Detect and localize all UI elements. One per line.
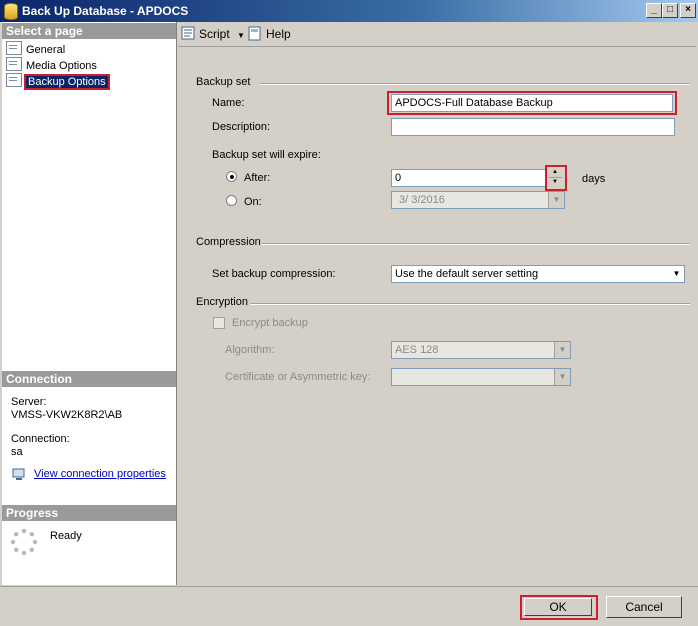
bottom-bar: OK Cancel: [0, 586, 698, 626]
chevron-down-icon[interactable]: ▼: [669, 266, 684, 282]
page-icon: [6, 57, 22, 71]
help-icon: [248, 26, 262, 41]
select-page-header: Select a page: [2, 23, 176, 39]
ok-button[interactable]: OK: [524, 598, 592, 616]
connection-header: Connection: [2, 371, 176, 387]
algorithm-label: Algorithm:: [225, 344, 275, 356]
script-icon: [181, 26, 195, 40]
compression-label: Set backup compression:: [212, 268, 336, 280]
connection-label: Connection:: [11, 433, 70, 445]
name-field[interactable]: APDOCS-Full Database Backup: [391, 94, 673, 112]
backup-set-group-label: Backup set: [196, 76, 251, 88]
page-media-options-label: Media Options: [26, 60, 97, 72]
on-date-value: 3/ 3/2016: [399, 194, 445, 206]
maximize-button[interactable]: □: [662, 3, 678, 18]
after-spinner[interactable]: ▲ ▼: [548, 168, 562, 186]
certificate-label: Certificate or Asymmetric key:: [225, 371, 371, 383]
description-field[interactable]: [391, 118, 675, 136]
after-label: After:: [244, 172, 271, 184]
page-media-options[interactable]: Media Options: [6, 57, 97, 72]
content-panel: Backup set Name: APDOCS-Full Database Ba…: [178, 47, 696, 585]
encryption-divider: [250, 303, 690, 305]
encrypt-backup-label: Encrypt backup: [232, 317, 308, 329]
progress-spinner-icon: [10, 528, 38, 556]
server-label: Server:: [11, 396, 47, 408]
cancel-button[interactable]: Cancel: [606, 596, 682, 618]
chevron-down-icon: ▼: [237, 31, 245, 40]
on-label: On:: [244, 196, 262, 208]
minimize-button[interactable]: _: [646, 3, 662, 18]
page-backup-options-label: Backup Options: [24, 74, 110, 90]
progress-header: Progress: [2, 505, 176, 521]
spin-up-icon[interactable]: ▲: [548, 168, 562, 178]
compression-divider: [262, 243, 690, 245]
title-bar: Back Up Database - APDOCS _ □ ×: [0, 0, 698, 22]
script-label: Script: [199, 27, 230, 41]
certificate-select[interactable]: ▼: [391, 368, 571, 386]
server-value: VMSS-VKW2K8R2\AB: [11, 409, 123, 421]
chevron-down-icon[interactable]: ▼: [554, 342, 570, 358]
expire-label: Backup set will expire:: [212, 149, 321, 161]
name-label: Name:: [212, 97, 245, 109]
page-general[interactable]: General: [6, 41, 65, 56]
description-label: Description:: [212, 121, 271, 133]
compression-group-label: Compression: [196, 236, 261, 248]
spin-down-icon[interactable]: ▼: [548, 178, 562, 186]
chevron-down-icon[interactable]: ▼: [554, 369, 570, 385]
left-panel: Select a page General Media Options Back…: [2, 22, 177, 585]
encrypt-backup-checkbox[interactable]: [213, 317, 225, 329]
algorithm-value: AES 128: [395, 344, 439, 356]
on-date-picker[interactable]: 3/ 3/2016 ▼: [391, 191, 565, 209]
compression-selected: Use the default server setting: [395, 268, 539, 280]
script-button[interactable]: Script ▼: [199, 27, 245, 41]
encryption-group-label: Encryption: [196, 296, 248, 308]
window-title: Back Up Database - APDOCS: [22, 4, 189, 18]
page-icon: [6, 41, 22, 55]
date-dropdown-icon[interactable]: ▼: [548, 192, 564, 208]
help-button[interactable]: Help: [266, 27, 291, 41]
after-days-field[interactable]: 0: [391, 169, 547, 187]
compression-select[interactable]: Use the default server setting ▼: [391, 265, 685, 283]
algorithm-select[interactable]: AES 128 ▼: [391, 341, 571, 359]
days-label: days: [582, 173, 606, 185]
view-connection-properties-link[interactable]: View connection properties: [34, 468, 166, 480]
database-icon: [4, 3, 18, 20]
toolbar: Script ▼ Help: [178, 22, 696, 47]
connection-value: sa: [11, 446, 23, 458]
progress-status: Ready: [50, 530, 82, 542]
page-backup-options[interactable]: Backup Options: [6, 73, 110, 90]
page-general-label: General: [26, 44, 66, 56]
after-radio[interactable]: [226, 171, 237, 182]
connection-properties-icon: [12, 468, 26, 481]
on-radio[interactable]: [226, 195, 237, 206]
page-icon: [6, 73, 22, 87]
close-button[interactable]: ×: [680, 3, 696, 18]
backup-set-divider: [260, 83, 690, 85]
